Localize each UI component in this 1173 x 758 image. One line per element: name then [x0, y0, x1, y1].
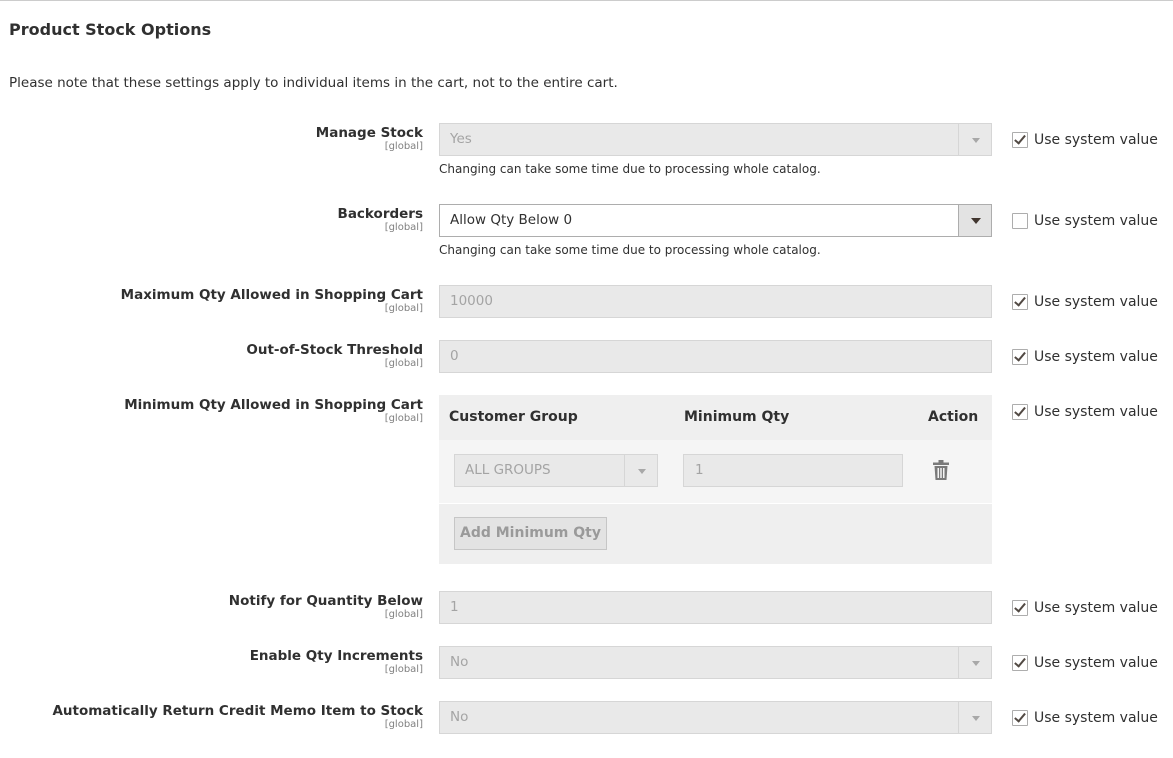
check-icon[interactable]: [1012, 710, 1028, 726]
credit-memo-select[interactable]: No: [439, 701, 992, 734]
notify-qty-label: Notify for Quantity Below: [228, 593, 423, 609]
manage-stock-label-block: Manage Stock [global]: [316, 124, 423, 152]
check-icon[interactable]: [1012, 132, 1028, 148]
qty-increments-label-block: Enable Qty Increments [global]: [250, 647, 423, 675]
col-action: Action: [928, 409, 979, 425]
min-qty-table-header: Customer Group Minimum Qty Action: [439, 395, 992, 441]
credit-memo-label: Automatically Return Credit Memo Item to…: [52, 703, 423, 719]
use-system-value-label: Use system value: [1034, 404, 1158, 420]
oos-threshold-label-block: Out-of-Stock Threshold [global]: [246, 341, 423, 369]
backorders-label-block: Backorders [global]: [338, 205, 423, 233]
min-qty-scope: [global]: [384, 413, 423, 424]
use-system-value-label: Use system value: [1034, 349, 1158, 365]
max-qty-input[interactable]: 10000: [439, 285, 992, 318]
max-qty-label: Maximum Qty Allowed in Shopping Cart: [120, 287, 423, 303]
backorders-scope: [global]: [384, 222, 423, 233]
section-title: Product Stock Options: [9, 20, 212, 39]
customer-group-value: ALL GROUPS: [465, 462, 551, 478]
manage-stock-value: Yes: [450, 131, 472, 147]
min-qty-label: Minimum Qty Allowed in Shopping Cart: [124, 397, 423, 413]
manage-stock-label: Manage Stock: [315, 125, 423, 141]
chevron-down-icon: [958, 647, 991, 678]
credit-memo-scope: [global]: [384, 719, 423, 730]
customer-group-select[interactable]: ALL GROUPS: [454, 454, 658, 487]
min-qty-use-system-value[interactable]: Use system value: [1012, 404, 1158, 420]
add-minimum-qty-button[interactable]: Add Minimum Qty: [454, 517, 607, 550]
chevron-down-icon: [624, 455, 657, 486]
manage-stock-select[interactable]: Yes: [439, 123, 992, 156]
backorders-value: Allow Qty Below 0: [450, 212, 573, 228]
qty-increments-label: Enable Qty Increments: [249, 648, 423, 664]
max-qty-label-block: Maximum Qty Allowed in Shopping Cart [gl…: [121, 286, 423, 314]
manage-stock-note: Changing can take some time due to proce…: [439, 162, 821, 176]
use-system-value-label: Use system value: [1034, 213, 1158, 229]
oos-threshold-scope: [global]: [384, 358, 423, 369]
check-icon[interactable]: [1012, 404, 1028, 420]
table-row: ALL GROUPS 1: [439, 440, 992, 504]
backorders-select[interactable]: Allow Qty Below 0: [439, 204, 992, 237]
backorders-use-system-value[interactable]: Use system value: [1012, 213, 1158, 229]
notify-qty-input[interactable]: 1: [439, 591, 992, 624]
oos-threshold-input[interactable]: 0: [439, 340, 992, 373]
credit-memo-use-system-value[interactable]: Use system value: [1012, 710, 1158, 726]
max-qty-value: 10000: [450, 293, 493, 309]
min-qty-table-footer: Add Minimum Qty: [439, 504, 992, 564]
check-icon[interactable]: [1012, 655, 1028, 671]
notify-qty-label-block: Notify for Quantity Below [global]: [229, 592, 423, 620]
qty-increments-use-system-value[interactable]: Use system value: [1012, 655, 1158, 671]
use-system-value-label: Use system value: [1034, 710, 1158, 726]
check-icon[interactable]: [1012, 349, 1028, 365]
checkbox-icon[interactable]: [1012, 213, 1028, 229]
oos-threshold-label: Out-of-Stock Threshold: [246, 342, 423, 358]
col-customer-group: Customer Group: [449, 409, 578, 425]
chevron-down-icon: [958, 702, 991, 733]
oos-threshold-value: 0: [450, 348, 459, 364]
trash-icon[interactable]: [933, 460, 949, 480]
check-icon[interactable]: [1012, 294, 1028, 310]
oos-threshold-use-system-value[interactable]: Use system value: [1012, 349, 1158, 365]
chevron-down-icon: [958, 124, 991, 155]
qty-increments-value: No: [450, 654, 469, 670]
backorders-label: Backorders: [337, 206, 423, 222]
max-qty-scope: [global]: [384, 303, 423, 314]
minimum-qty-value: 1: [695, 462, 704, 478]
chevron-down-icon: [958, 205, 991, 236]
minimum-qty-input[interactable]: 1: [683, 454, 903, 487]
use-system-value-label: Use system value: [1034, 132, 1158, 148]
credit-memo-label-block: Automatically Return Credit Memo Item to…: [52, 702, 423, 730]
max-qty-use-system-value[interactable]: Use system value: [1012, 294, 1158, 310]
use-system-value-label: Use system value: [1034, 655, 1158, 671]
min-qty-label-block: Minimum Qty Allowed in Shopping Cart [gl…: [124, 396, 423, 424]
notify-qty-scope: [global]: [384, 609, 423, 620]
manage-stock-use-system-value[interactable]: Use system value: [1012, 132, 1158, 148]
backorders-note: Changing can take some time due to proce…: [439, 243, 821, 257]
min-qty-table: Customer Group Minimum Qty Action ALL GR…: [439, 395, 992, 564]
notify-qty-use-system-value[interactable]: Use system value: [1012, 600, 1158, 616]
col-minimum-qty: Minimum Qty: [684, 409, 790, 425]
use-system-value-label: Use system value: [1034, 294, 1158, 310]
credit-memo-value: No: [450, 709, 469, 725]
top-divider: [0, 0, 1173, 1]
check-icon[interactable]: [1012, 600, 1028, 616]
qty-increments-scope: [global]: [384, 664, 423, 675]
manage-stock-scope: [global]: [384, 141, 423, 152]
use-system-value-label: Use system value: [1034, 600, 1158, 616]
section-note: Please note that these settings apply to…: [9, 75, 618, 91]
notify-qty-value: 1: [450, 599, 459, 615]
qty-increments-select[interactable]: No: [439, 646, 992, 679]
